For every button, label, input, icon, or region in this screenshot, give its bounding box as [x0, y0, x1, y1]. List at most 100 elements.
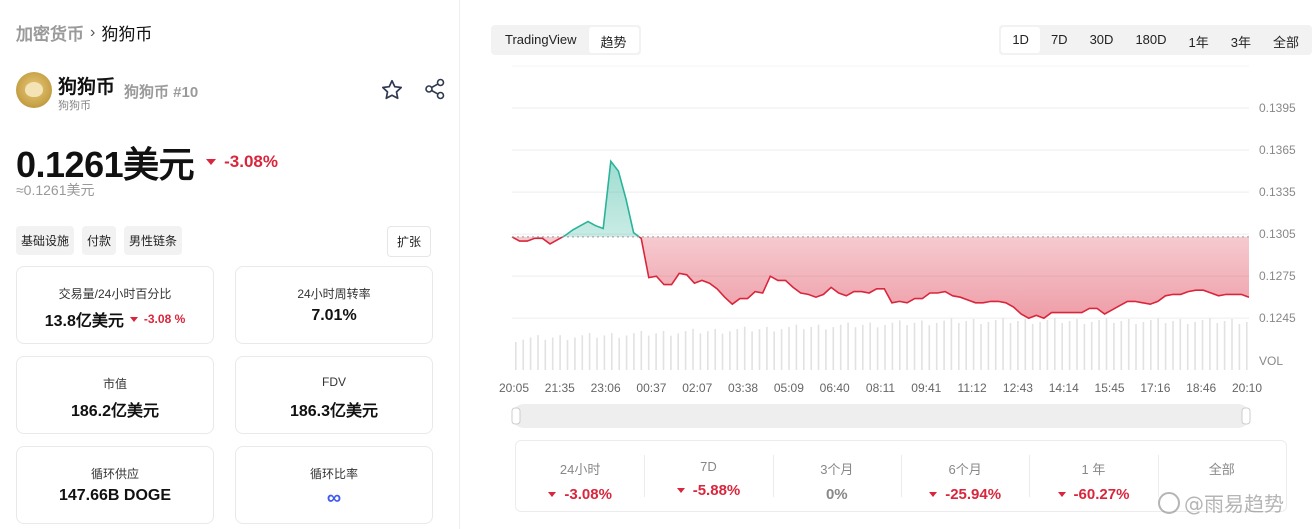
x-tick-label: 18:46: [1186, 381, 1216, 395]
volume-bar: [795, 324, 798, 370]
volume-bar: [751, 331, 753, 370]
volume-bar: [1201, 320, 1204, 370]
perf-3m: 3个月 0%: [772, 441, 901, 511]
coin-info-panel: 加密货币 › 狗狗币 狗狗币 狗狗币 狗狗币 #10 0.1261美元 -3.0…: [0, 0, 460, 529]
range-slider-handle-right[interactable]: [1241, 407, 1251, 425]
volume-bar: [1209, 318, 1211, 370]
volume-bar: [1046, 320, 1049, 370]
volume-bar: [743, 326, 746, 370]
down-arrow-icon: [548, 492, 557, 497]
volume-bar: [1164, 323, 1167, 370]
volume-bar: [1068, 321, 1071, 370]
star-icon[interactable]: [380, 78, 404, 102]
category-tags: 基础设施 付款 男性链条: [16, 226, 183, 255]
stat-value: 147.66B DOGE: [58, 487, 172, 504]
volume-bar: [1150, 320, 1152, 370]
perf-24h: 24小时 -3.08%: [516, 441, 644, 511]
dogecoin-logo-icon: [16, 72, 52, 108]
volume-bar: [1216, 323, 1219, 370]
volume-bar: [1231, 319, 1233, 370]
volume-bar: [862, 324, 864, 370]
x-tick-label: 09:41: [911, 381, 941, 395]
volume-bar: [817, 324, 820, 370]
price-chart[interactable]: 0.1395 0.1365 0.1335 0.1305 0.1275 0.1245 VOL 2…: [460, 60, 1316, 435]
volume-bar: [891, 322, 894, 370]
volume-bar: [522, 339, 524, 370]
price-change: -3.08%: [206, 152, 278, 172]
perf-label: 24小时: [559, 462, 601, 477]
watermark: @雨易趋势: [1158, 488, 1284, 517]
stat-value: 186.3亿美元: [289, 403, 379, 420]
volume-bar: [1223, 321, 1226, 370]
coin-name: 狗狗币: [58, 77, 116, 98]
volume-bar: [611, 333, 613, 370]
range-30d[interactable]: 30D: [1079, 27, 1125, 53]
volume-bar: [1024, 319, 1027, 370]
volume-bar: [788, 326, 790, 370]
down-arrow-icon: [206, 159, 217, 165]
expand-button[interactable]: 扩张: [387, 226, 432, 257]
breadcrumb: 加密货币 › 狗狗币: [16, 20, 152, 45]
perf-6m: 6个月 -25.94%: [900, 441, 1029, 511]
x-tick-label: 05:09: [774, 381, 804, 395]
perf-1y: 1 年 -60.27%: [1029, 441, 1157, 511]
volume-bar: [1061, 323, 1063, 370]
volume-bar: [766, 326, 768, 370]
volume-bar: [721, 333, 724, 370]
perf-label: 6个月: [948, 462, 982, 477]
volume-bar: [1105, 318, 1108, 370]
volume-bar: [1194, 322, 1196, 370]
x-tick-label: 03:38: [728, 381, 758, 395]
volume-bar: [1135, 324, 1137, 370]
range-1y[interactable]: 1年: [1178, 27, 1220, 53]
y-tick-label: 0.1275: [1259, 269, 1296, 283]
range-slider-handle-left[interactable]: [511, 407, 521, 425]
x-tick-label: 17:16: [1140, 381, 1170, 395]
volume-bar: [899, 320, 901, 370]
range-3y[interactable]: 3年: [1220, 27, 1262, 53]
range-1d[interactable]: 1D: [1001, 27, 1040, 53]
tab-trend[interactable]: 趋势: [588, 27, 639, 53]
share-icon[interactable]: [424, 78, 446, 100]
volume-bar: [913, 322, 916, 370]
volume-bar: [1017, 321, 1019, 370]
chart-view-toggle: TradingView 趋势: [491, 25, 641, 55]
volume-bar: [847, 322, 849, 370]
coin-subname: 狗狗币: [58, 100, 91, 112]
volume-bar: [1186, 324, 1189, 370]
volume-bar: [618, 337, 620, 370]
breadcrumb-current: 狗狗币: [101, 25, 153, 44]
watermark-text: @雨易趋势: [1184, 492, 1284, 516]
perf-label: 全部: [1208, 462, 1235, 477]
tab-tradingview[interactable]: TradingView: [493, 27, 589, 53]
volume-bar: [994, 320, 997, 370]
tag-payments[interactable]: 付款: [82, 226, 117, 255]
range-all[interactable]: 全部: [1262, 27, 1310, 53]
tag-infrastructure[interactable]: 基础设施: [16, 226, 75, 255]
range-7d[interactable]: 7D: [1040, 27, 1079, 53]
volume-bar: [581, 335, 584, 370]
volume-bar: [633, 333, 635, 370]
tag-male-chain[interactable]: 男性链条: [124, 226, 183, 255]
volume-bar: [1127, 319, 1130, 370]
x-tick-label: 14:14: [1049, 381, 1079, 395]
volume-bar: [854, 327, 857, 370]
y-tick-label: 0.1395: [1259, 101, 1296, 115]
x-tick-label: 00:37: [636, 381, 666, 395]
volume-bar: [869, 322, 871, 370]
volume-bar: [773, 331, 775, 370]
stat-value: 186.2亿美元: [70, 403, 160, 420]
range-180d[interactable]: 180D: [1124, 27, 1177, 53]
chevron-right-icon: ›: [90, 23, 96, 41]
down-arrow-icon: [929, 492, 938, 497]
volume-bar: [1002, 318, 1004, 370]
volume-bar: [1179, 319, 1182, 370]
stat-label: FDV: [322, 375, 346, 389]
volume-bar: [714, 328, 716, 370]
y-tick-label: 0.1245: [1259, 311, 1296, 325]
coin-rank: 狗狗币 #10: [124, 84, 199, 101]
stat-volume-change-value: -3.08 %: [143, 312, 186, 326]
volume-bar: [803, 329, 805, 370]
volume-bar: [832, 327, 835, 370]
breadcrumb-crypto-link[interactable]: 加密货币: [16, 20, 84, 45]
